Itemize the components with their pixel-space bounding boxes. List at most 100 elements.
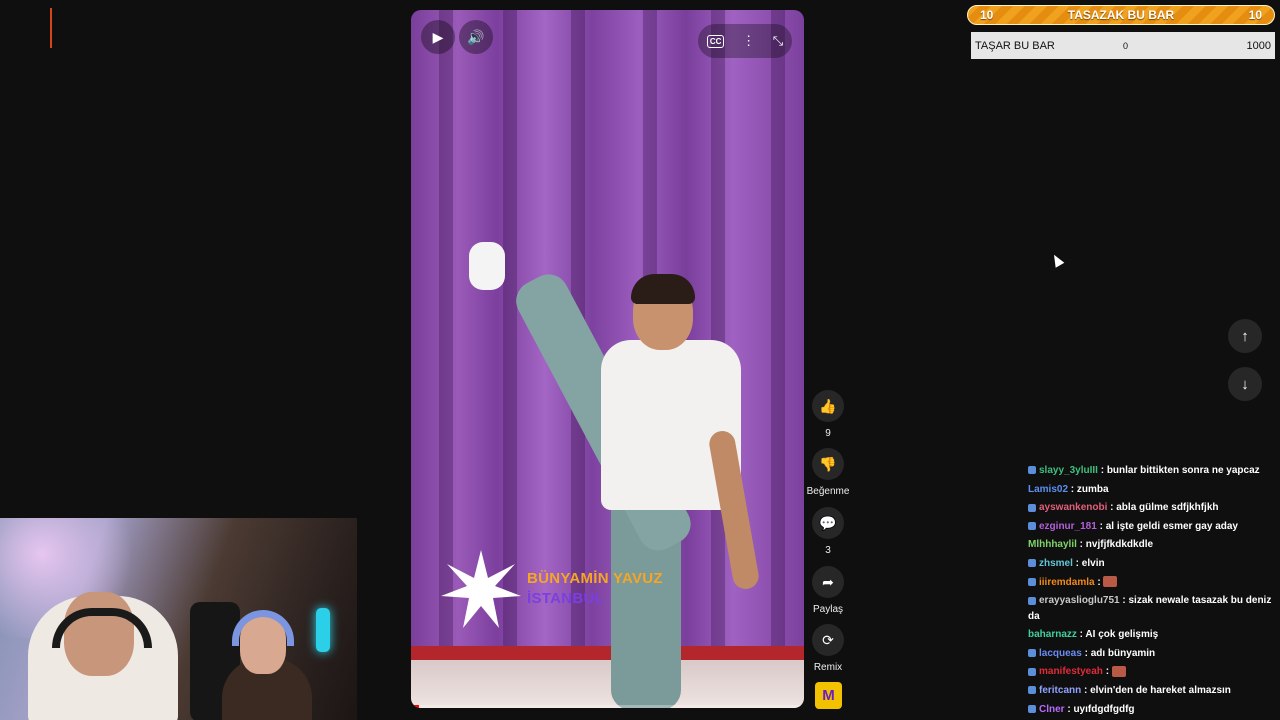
chat-text: : AI çok gelişmiş xyxy=(1076,629,1159,641)
share-action[interactable]: ➦ Paylaş xyxy=(808,566,848,615)
chat-text: : elvin xyxy=(1072,557,1105,569)
chat-text: : abla gülme sdfjkhfjkh xyxy=(1107,502,1219,514)
chat-username[interactable]: ayswankenobi xyxy=(1039,502,1107,513)
remix-label: Remix xyxy=(813,662,843,673)
chat-badge-icon xyxy=(1028,559,1036,568)
caption-city: İSTANBUL xyxy=(527,590,605,607)
chat-badge-icon xyxy=(1028,503,1036,512)
chat-username[interactable]: lacqueas xyxy=(1039,648,1082,659)
bar-box-min: 0 xyxy=(1123,40,1129,51)
chat-message: Mlhhhaylil : nvjfjfkdkdkdle xyxy=(1028,536,1278,555)
chat-text: : zumba xyxy=(1068,483,1109,495)
dancer-foot xyxy=(469,242,505,290)
chat-message: lacqueas : adı bünyamin xyxy=(1028,645,1278,664)
star-logo-icon xyxy=(441,550,521,628)
like-button[interactable]: 👍 xyxy=(812,390,844,422)
chat-emote-icon xyxy=(1111,666,1126,678)
chat-message: slayy_3yluIII : bunlar bittikten sonra n… xyxy=(1028,462,1278,481)
arrow-down-icon: ↓ xyxy=(1241,375,1249,393)
chat-message: ezginur_181 : al işte geldi esmer gay ad… xyxy=(1028,518,1278,537)
stream-accent-line xyxy=(50,8,52,48)
streamer-webcam xyxy=(0,518,357,720)
chat-username[interactable]: ezginur_181 xyxy=(1039,521,1097,532)
dislike-action[interactable]: 👎 Beğenme xyxy=(807,448,849,497)
chat-username[interactable]: zhsmel xyxy=(1039,558,1073,569)
bar-left-value: 10 xyxy=(980,8,994,22)
dancer-hair xyxy=(631,274,695,304)
chat-message: ayswankenobi : abla gülme sdfjkhfjkh xyxy=(1028,499,1278,518)
shorts-video-player[interactable]: ▶ 🔊 CC ⋮ ⤡ BÜNYAMİN YAVUZ İSTANBUL xyxy=(411,10,804,708)
remix-icon: ⟳ xyxy=(822,631,834,648)
chat-badge-icon xyxy=(1028,667,1036,676)
share-label: Paylaş xyxy=(812,604,843,615)
chat-username[interactable]: baharnazz xyxy=(1028,629,1077,640)
share-button[interactable]: ➦ xyxy=(812,566,844,598)
chat-text: : xyxy=(1102,666,1112,678)
chat-username[interactable]: erayyaslioglu751 xyxy=(1039,595,1120,606)
chat-username[interactable]: Mlhhhaylil xyxy=(1028,539,1077,550)
share-arrow-icon: ➦ xyxy=(822,573,834,590)
thumbs-down-icon: 👎 xyxy=(819,455,837,472)
bar-title: TASAZAK BU BAR xyxy=(1067,8,1175,22)
like-action[interactable]: 👍 9 xyxy=(808,390,848,439)
chat-message: iiiremdamla : xyxy=(1028,574,1278,593)
remix-button[interactable]: ⟳ xyxy=(812,624,844,656)
chat-username[interactable]: iiiremdamla xyxy=(1039,577,1095,588)
chat-message: erayyaslioglu751 : sizak newale tasazak … xyxy=(1028,592,1278,626)
previous-video-button[interactable]: ↑ xyxy=(1228,319,1262,353)
captions-icon[interactable]: CC xyxy=(706,34,725,48)
player-top-controls: CC ⋮ ⤡ xyxy=(698,24,792,58)
chat-username[interactable]: manifestyeah xyxy=(1039,666,1103,677)
chat-text: : adı bünyamin xyxy=(1081,647,1156,659)
volume-icon: 🔊 xyxy=(467,28,485,45)
tasar-bar-box: TAŞAR BU BAR 0 1000 xyxy=(971,32,1275,59)
arrow-up-icon: ↑ xyxy=(1241,327,1249,345)
curtain-fold xyxy=(771,10,785,648)
chat-text: : nvjfjfkdkdkdle xyxy=(1076,539,1154,551)
chat-text: : uyıfdgdfgdfg xyxy=(1064,703,1135,715)
collapse-icon[interactable]: ⤡ xyxy=(773,33,783,49)
chat-text: : al işte geldi esmer gay aday xyxy=(1096,520,1238,532)
comments-action[interactable]: 💬 3 xyxy=(808,507,848,556)
chat-badge-icon xyxy=(1028,686,1036,695)
chat-message: zhsmel : elvin xyxy=(1028,555,1278,574)
dislike-label: Beğenme xyxy=(806,486,850,497)
channel-avatar[interactable]: M xyxy=(815,682,842,709)
microphone-icon xyxy=(316,608,330,652)
video-progress-fill xyxy=(411,705,419,708)
play-button[interactable]: ▶ xyxy=(421,20,455,54)
chat-message: Lamis02 : zumba xyxy=(1028,481,1278,500)
dislike-button[interactable]: 👎 xyxy=(812,448,844,480)
chat-text: : xyxy=(1094,576,1104,588)
chat-emote-icon xyxy=(1103,576,1118,588)
chat-username[interactable]: slayy_3yluIII xyxy=(1039,465,1098,476)
chat-message: baharnazz : AI çok gelişmiş xyxy=(1028,626,1278,645)
chat-username[interactable]: Clner xyxy=(1039,704,1065,715)
thumbs-up-icon: 👍 xyxy=(819,397,837,414)
chat-badge-icon xyxy=(1028,466,1036,475)
chat-message: manifestyeah : xyxy=(1028,663,1278,682)
chat-username[interactable]: Lamis02 xyxy=(1028,484,1068,495)
bar-box-label: TAŞAR BU BAR xyxy=(975,39,1055,52)
mouse-cursor-icon xyxy=(1049,252,1065,268)
tasazak-bar: 10 TASAZAK BU BAR 10 xyxy=(967,5,1275,25)
remix-action[interactable]: ⟳ Remix xyxy=(808,624,848,673)
like-count: 9 xyxy=(825,428,831,439)
volume-button[interactable]: 🔊 xyxy=(459,20,493,54)
floor-strip xyxy=(411,646,804,660)
comment-icon: 💬 xyxy=(819,514,837,531)
video-progress-bar[interactable] xyxy=(411,705,804,708)
chat-text: : elvin'den de hareket almazsın xyxy=(1081,684,1231,696)
chat-message: Clner : uyıfdgdfgdfg xyxy=(1028,701,1278,720)
next-video-button[interactable]: ↓ xyxy=(1228,367,1262,401)
chat-badge-icon xyxy=(1028,522,1036,531)
bar-box-max: 1000 xyxy=(1246,39,1271,52)
floor xyxy=(411,660,804,708)
more-options-icon[interactable]: ⋮ xyxy=(742,33,755,49)
comments-count: 3 xyxy=(825,545,831,556)
chat-badge-icon xyxy=(1028,577,1036,586)
stream-chat: slayy_3yluIII : bunlar bittikten sonra n… xyxy=(1028,462,1278,719)
comments-button[interactable]: 💬 xyxy=(812,507,844,539)
chat-username[interactable]: feritcann xyxy=(1039,685,1081,696)
chat-badge-icon xyxy=(1028,649,1036,658)
